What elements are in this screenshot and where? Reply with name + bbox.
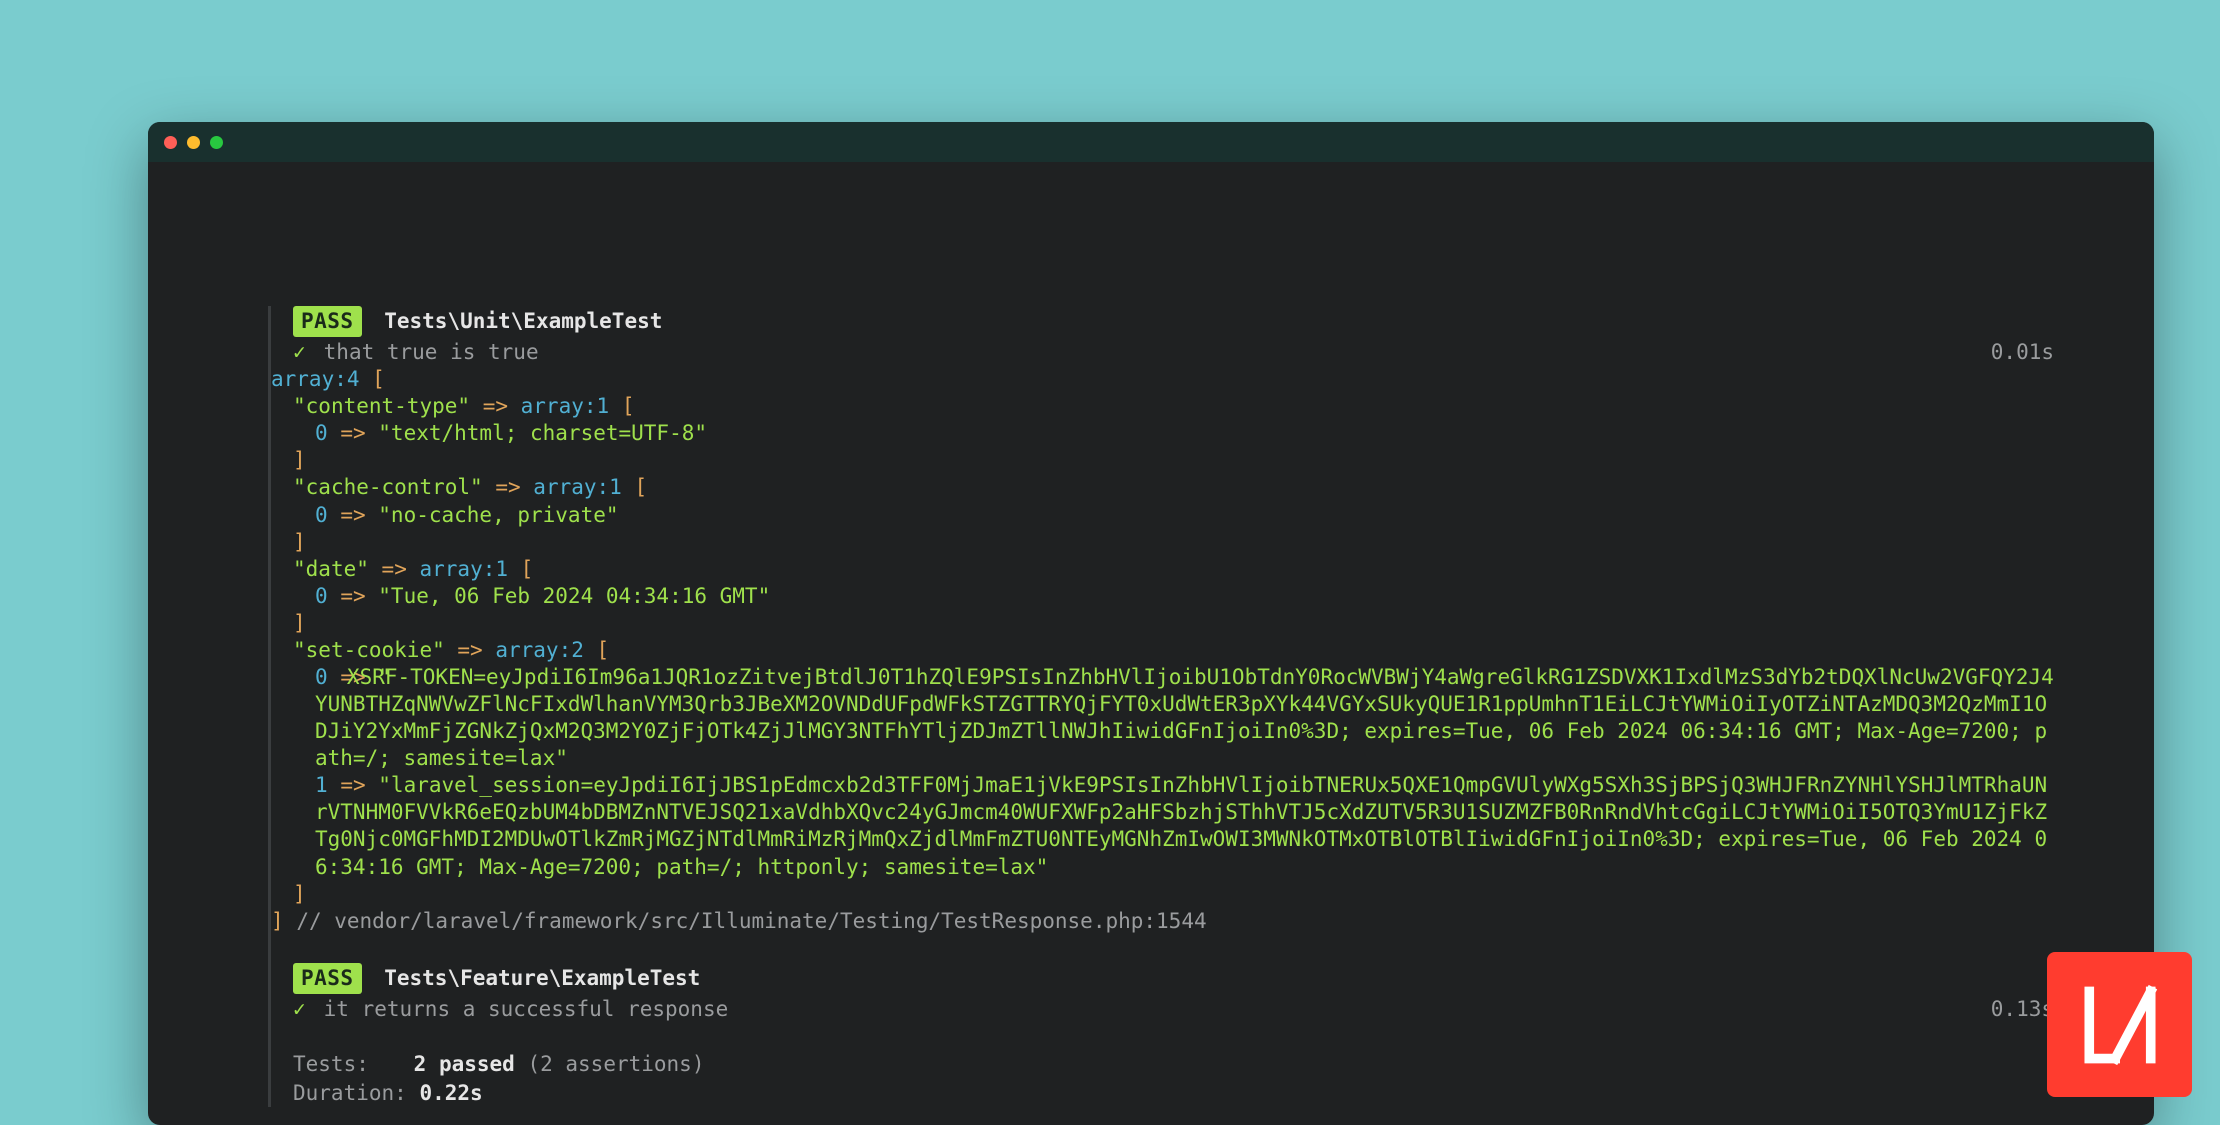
pass-badge: PASS — [293, 963, 362, 994]
test-timing: 0.13s — [1991, 996, 2054, 1023]
summary-duration-label: Duration: — [293, 1080, 407, 1107]
array-index: 0 — [315, 665, 328, 689]
close-icon[interactable] — [164, 136, 177, 149]
cookie-value-session: laravel_session=eyJpdiI6IjJBS1pEdmcxb2d3… — [315, 773, 2047, 878]
test-case-row: ✓ that true is true 0.01s — [293, 339, 2054, 366]
window-titlebar — [148, 122, 2154, 162]
terminal-window: PASS Tests\Unit\ExampleTest ✓ that true … — [148, 122, 2154, 1125]
array-size: array:1 — [521, 394, 610, 418]
terminal-output: PASS Tests\Unit\ExampleTest ✓ that true … — [148, 162, 2154, 1125]
array-size: array:1 — [420, 557, 509, 581]
test-result: PASS Tests\Feature\ExampleTest — [293, 963, 2054, 994]
trace-comment: // vendor/laravel/framework/src/Illumina… — [296, 909, 1206, 933]
test-suite-name: Tests\Unit\ExampleTest — [384, 309, 662, 333]
array-size: array:2 — [495, 638, 584, 662]
test-result: PASS Tests\Unit\ExampleTest — [293, 306, 2054, 337]
summary-passed: 2 passed — [414, 1052, 515, 1076]
minimize-icon[interactable] — [187, 136, 200, 149]
check-icon: ✓ — [293, 339, 311, 366]
array-dump: array:4 [ "content-type" => array:1 [ 0 … — [271, 366, 2054, 935]
test-timing: 0.01s — [1991, 339, 2054, 366]
cookie-value-xsrf: XSRF-TOKEN=eyJpdiI6Im96a1JQR1ozZitvejBtd… — [315, 665, 2054, 770]
bracket-close: ] — [293, 448, 306, 472]
array-index: 0 — [315, 584, 328, 608]
summary-tests-label: Tests: — [293, 1051, 401, 1078]
summary: Tests: 2 passed (2 assertions) — [293, 1051, 2054, 1078]
summary-duration: 0.22s — [419, 1081, 482, 1105]
bracket-close: ] — [271, 909, 284, 933]
header-key: set-cookie — [306, 638, 432, 662]
array-index: 0 — [315, 503, 328, 527]
bracket-open: [ — [372, 367, 385, 391]
array-header: array:4 — [271, 367, 360, 391]
brand-logo — [2047, 952, 2192, 1097]
test-case-row: ✓ it returns a successful response 0.13s — [293, 996, 2054, 1023]
header-value: Tue, 06 Feb 2024 04:34:16 GMT — [391, 584, 758, 608]
header-key: cache-control — [306, 475, 470, 499]
summary-assertions: (2 assertions) — [527, 1052, 704, 1076]
array-index: 1 — [315, 773, 328, 797]
header-value: text/html; charset=UTF-8 — [391, 421, 694, 445]
pass-badge: PASS — [293, 306, 362, 337]
test-suite-name: Tests\Feature\ExampleTest — [384, 966, 700, 990]
array-size: array:1 — [533, 475, 622, 499]
check-icon: ✓ — [293, 996, 311, 1023]
test-case-name: that true is true — [324, 340, 539, 364]
array-index: 0 — [315, 421, 328, 445]
maximize-icon[interactable] — [210, 136, 223, 149]
test-case-name: it returns a successful response — [324, 997, 729, 1021]
header-value: no-cache, private — [391, 503, 606, 527]
header-key: content-type — [306, 394, 458, 418]
header-key: date — [306, 557, 357, 581]
